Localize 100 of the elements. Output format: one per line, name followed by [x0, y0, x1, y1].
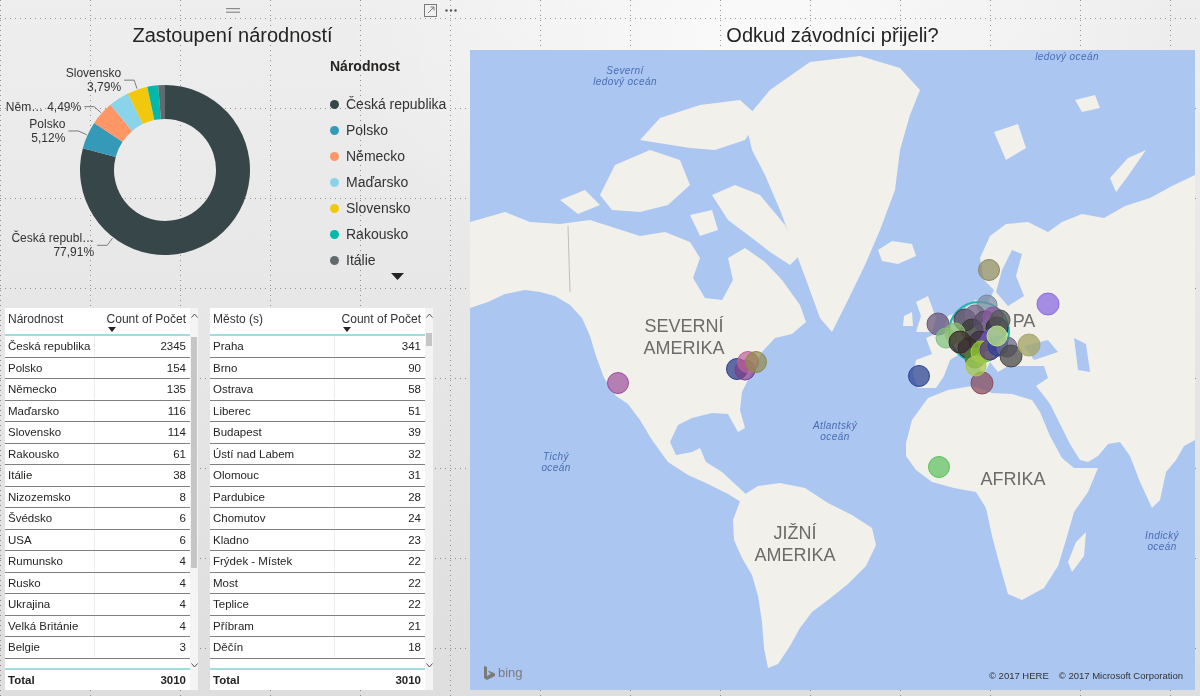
- table-cell-text: 4: [178, 618, 187, 634]
- donut-slice[interactable]: [147, 85, 161, 121]
- table-cell-text: 31: [407, 468, 422, 484]
- scrollbar[interactable]: [425, 308, 433, 690]
- attribution-text: © 2017 Microsoft Corporation: [1058, 668, 1183, 683]
- table-cell: Švédsko: [5, 508, 95, 529]
- column-header[interactable]: Count of Počet: [335, 308, 425, 334]
- leader-line: [96, 237, 114, 246]
- table-cell: Belgie: [5, 637, 95, 658]
- table-cell-text: 4: [178, 597, 187, 613]
- slice-percent-label: 5,12%: [31, 131, 66, 145]
- table-cell-text: 90: [407, 360, 422, 376]
- table-cell: Příbram: [210, 615, 335, 636]
- scroll-up-icon[interactable]: [190, 313, 198, 318]
- table-cell-text: 135: [165, 382, 187, 398]
- ocean-label: Atlantský oceán: [812, 420, 858, 442]
- table-cell-text: 23: [407, 532, 422, 548]
- drag-handle-icon[interactable]: [225, 7, 240, 13]
- scroll-down-icon[interactable]: [425, 663, 433, 668]
- sort-descending-icon[interactable]: [342, 327, 351, 332]
- table-cell: Pardubice: [210, 486, 335, 507]
- focus-mode-icon[interactable]: [424, 3, 437, 17]
- table-cell-text: 22: [407, 597, 422, 613]
- column-header[interactable]: Národnost: [5, 308, 95, 334]
- slice-percent-label: 77,91%: [53, 245, 95, 260]
- slice-category-label: Polsko: [29, 117, 66, 131]
- table-cell: Liberec: [210, 400, 335, 421]
- table-cell: Teplice: [210, 594, 335, 615]
- island-landmass: [1110, 150, 1146, 192]
- leader-line: [83, 106, 102, 114]
- legend-title: Národnost: [330, 57, 401, 76]
- legend-item[interactable]: Itálie: [330, 247, 465, 273]
- legend-item[interactable]: Maďarsko: [330, 169, 465, 195]
- sort-descending-icon[interactable]: [107, 327, 116, 332]
- total-cell-text: Total: [7, 673, 36, 688]
- table-cell: Itálie: [5, 465, 95, 486]
- table-cell: USA: [5, 529, 95, 550]
- country-border: [567, 225, 571, 293]
- table-cell: Praha: [210, 336, 335, 357]
- table-cell-text: 6: [178, 532, 187, 548]
- legend-scroll-down-icon[interactable]: [391, 273, 404, 280]
- donut-slice[interactable]: [158, 85, 165, 120]
- legend-item[interactable]: Německo: [330, 143, 465, 169]
- table-cell: Ukrajina: [5, 594, 95, 615]
- map-title: Odkud závodníci přijeli?: [725, 23, 940, 48]
- table-cell-text: 6: [178, 511, 187, 527]
- table-cell-text: 341: [400, 339, 422, 355]
- ocean-label: ledový oceán: [1035, 50, 1099, 62]
- table-cell: Polsko: [5, 357, 95, 378]
- logo-text: bing: [498, 666, 523, 680]
- attribution-text: © 2017 HERE: [988, 668, 1049, 683]
- table-cell-text: 58: [407, 382, 422, 398]
- table-cell: Kladno: [210, 529, 335, 550]
- location-bubble[interactable]: [948, 330, 972, 354]
- table-cell: Nizozemsko: [5, 486, 95, 507]
- table-cell: Maďarsko: [5, 400, 95, 421]
- table-cell: Chomutov: [210, 508, 335, 529]
- scrollbar-thumb[interactable]: [426, 333, 432, 346]
- column-header[interactable]: Město (s): [210, 308, 335, 334]
- table-cell: Ostrava: [210, 379, 335, 400]
- table-cell-text: 24: [407, 511, 422, 527]
- table-cell: Děčín: [210, 637, 335, 658]
- table-cell-text: 114: [166, 425, 187, 441]
- legend-item[interactable]: Polsko: [330, 117, 465, 143]
- location-bubble[interactable]: [999, 344, 1023, 368]
- table-cell-text: 154: [165, 360, 187, 376]
- island-landmass: [1068, 532, 1086, 572]
- location-bubble[interactable]: [908, 365, 930, 387]
- scroll-up-icon[interactable]: [425, 313, 433, 318]
- island-landmass: [1075, 95, 1100, 112]
- more-options-icon[interactable]: [445, 8, 457, 12]
- table-cell: Rusko: [5, 572, 95, 593]
- table-cell-text: 39: [407, 425, 422, 441]
- table-cell: Budapest: [210, 422, 335, 443]
- continent-label: JIŽNÍ AMERIKA: [754, 522, 836, 566]
- table-cell-text: 28: [407, 489, 422, 505]
- table-cell-text: 32: [407, 446, 422, 462]
- table-cell-text: 38: [172, 468, 187, 484]
- table-cell-text: 22: [407, 554, 422, 570]
- table-cell: Slovensko: [5, 422, 95, 443]
- scrollbar-thumb[interactable]: [191, 337, 197, 568]
- legend-item[interactable]: Slovensko: [330, 195, 465, 221]
- donut-slice[interactable]: [82, 122, 123, 157]
- legend-item[interactable]: Rakousko: [330, 221, 465, 247]
- legend-item[interactable]: Česká republika: [330, 91, 465, 117]
- column-header[interactable]: Count of Počet: [95, 308, 190, 334]
- slice-percent-label: 4,49%: [47, 99, 82, 114]
- slice-category-label: Něm…: [5, 99, 44, 114]
- table-cell: Česká republika: [5, 336, 95, 357]
- total-cell-text: 3010: [394, 673, 422, 688]
- slice-category-label: Česká republ…: [11, 231, 95, 246]
- continent-label: AFRIKA: [980, 468, 1046, 490]
- leader-line: [67, 130, 88, 136]
- table-cell-text: 8: [178, 489, 187, 505]
- logo-icon: [484, 666, 495, 680]
- table-cell-text: 116: [166, 403, 187, 419]
- island-landmass: [994, 124, 1026, 160]
- scroll-down-icon[interactable]: [190, 663, 198, 668]
- scrollbar[interactable]: [190, 308, 198, 690]
- table-cell: Rakousko: [5, 443, 95, 464]
